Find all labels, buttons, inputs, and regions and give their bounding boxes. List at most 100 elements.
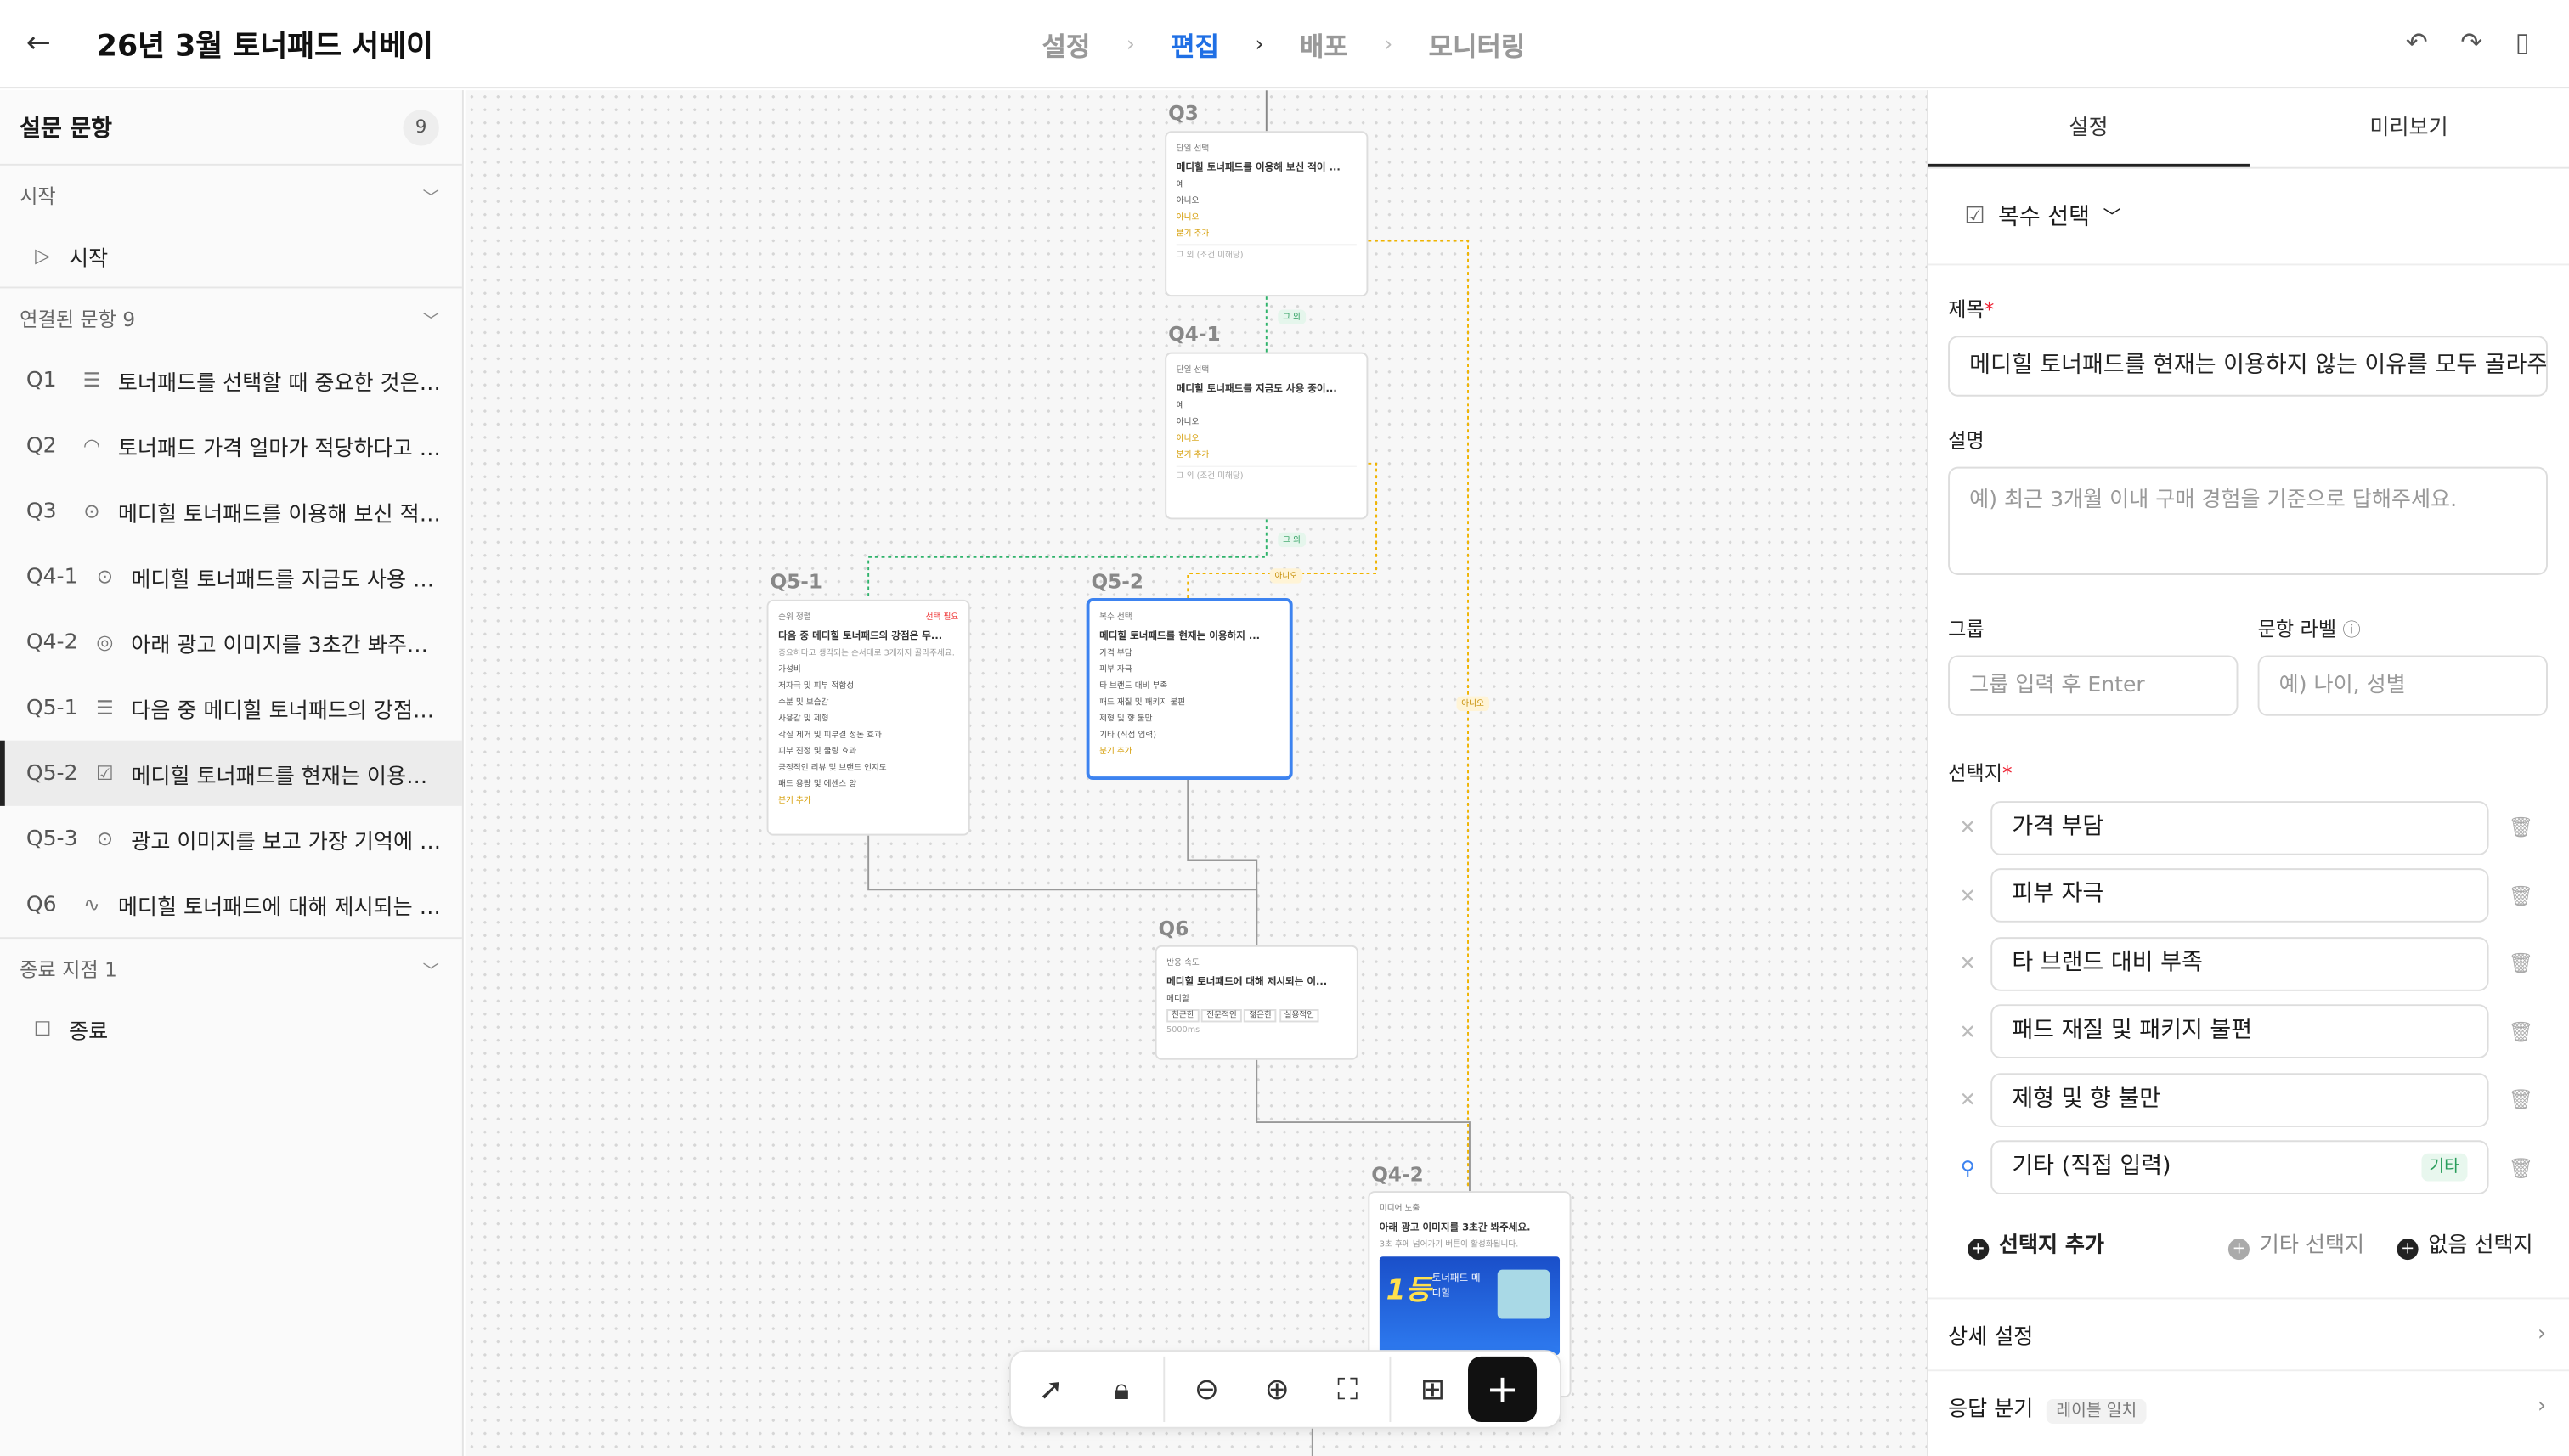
node-option: 각질 제거 및 피부결 정돈 효과 <box>778 731 882 741</box>
list-item-q3[interactable]: Q3 ⊙ 메디힐 토너패드를 이용해 보신 적이 ... <box>0 478 462 544</box>
description-textarea[interactable]: 예) 최근 3개월 이내 구매 경험을 기준으로 답해주세요. <box>1948 466 2548 575</box>
title-input[interactable]: 메디힐 토너패드를 현재는 이용하지 않는 이유를 모두 골라주 <box>1948 336 2548 397</box>
node-title: 다음 중 메디힐 토너패드의 강점은 무... <box>778 630 943 643</box>
pin-icon[interactable]: ✕ <box>1948 815 1987 838</box>
step-edit[interactable]: 편집 <box>1171 25 1219 64</box>
trash-icon[interactable]: 🗑︎ <box>2509 815 2533 838</box>
response-branch-row[interactable]: 응답 분기 레이블 일치 › <box>1928 1369 2569 1442</box>
item-label: 메디힐 토너패드를 이용해 보신 적이 ... <box>117 502 443 528</box>
start-section-header[interactable]: 시작 ﹀ <box>0 166 462 224</box>
grid-icon[interactable]: ⊞ <box>1397 1357 1468 1422</box>
flow-canvas[interactable]: 그 외 그 외 아니오 아니오 Q3 단일 선택 메디힐 토너패드를 이용해 보… <box>465 90 1928 1456</box>
node-option: 제형 및 향 불만 <box>1099 714 1153 725</box>
node-option: 가격 부담 <box>1099 648 1132 659</box>
question-type-label: 복수 선택 <box>1998 205 2091 231</box>
node-add-branch[interactable]: 분기 추가 <box>778 794 958 806</box>
section-label: 연결된 문항 9 <box>20 307 136 330</box>
step-deploy[interactable]: 배포 <box>1300 25 1348 64</box>
add-none-choice-button[interactable]: + 없음 선택지 <box>2397 1227 2533 1261</box>
node-label: Q5-2 <box>1091 570 1143 594</box>
chevron-right-icon: › <box>1255 31 1264 57</box>
node-q5-2[interactable]: 복수 선택 메디힐 토너패드를 현재는 이용하지 ... 가격 부담 피부 자극… <box>1086 597 1293 781</box>
end-item[interactable]: ☐ 종료 <box>0 998 462 1060</box>
pointer-icon[interactable]: ➚ <box>1016 1357 1087 1422</box>
node-add-branch[interactable]: 분기 추가 <box>1177 449 1357 460</box>
zoom-in-icon[interactable]: ⊕ <box>1242 1357 1313 1422</box>
lock-icon[interactable]: 🔒︎ <box>1087 1357 1157 1422</box>
node-label: Q6 <box>1158 917 1189 941</box>
chevron-right-icon: › <box>1126 31 1135 57</box>
pin-icon[interactable]: ⚲ <box>1948 1156 1987 1179</box>
choice-input[interactable]: 패드 재질 및 패키지 불편 <box>1990 1004 2489 1058</box>
step-monitoring[interactable]: 모니터링 <box>1429 25 1526 64</box>
node-add-branch[interactable]: 분기 추가 <box>1177 228 1357 240</box>
list-item-q4-2[interactable]: Q4-2 ◎ 아래 광고 이미지를 3초간 봐주세요. <box>0 609 462 674</box>
edge-tag: 그 외 <box>1278 532 1306 548</box>
section-label: 시작 <box>20 183 56 207</box>
detail-settings-row[interactable]: 상세 설정 › <box>1928 1297 2569 1369</box>
choice-input[interactable]: 피부 자극 <box>1990 868 2489 923</box>
node-label: Q3 <box>1168 101 1199 125</box>
list-item-q1[interactable]: Q1 ☰ 토너패드를 선택할 때 중요한 것은 무... <box>0 347 462 413</box>
play-icon: ▷ <box>35 244 51 268</box>
pin-icon[interactable]: ✕ <box>1948 952 1987 975</box>
node-chips: 친근한 전문적인 젊은한 실용적인 <box>1166 1009 1347 1023</box>
question-label-input[interactable]: 예) 나이, 성별 <box>2257 655 2548 716</box>
list-item-q4-1[interactable]: Q4-1 ⊙ 메디힐 토너패드를 지금도 사용 중... <box>0 544 462 609</box>
tab-preview[interactable]: 미리보기 <box>2249 90 2569 167</box>
node-option: 타 브랜드 대비 부족 <box>1099 681 1168 691</box>
trash-icon[interactable]: 🗑︎ <box>2509 1156 2533 1179</box>
node-q6[interactable]: 반응 속도 메디힐 토너패드에 대해 제시되는 이... 메디힐 친근한 전문적… <box>1155 945 1358 1060</box>
info-icon: ⓘ <box>2342 619 2361 641</box>
node-q3[interactable]: 단일 선택 메디힐 토너패드를 이용해 보신 적이 ... 예 아니오 아니오 … <box>1165 131 1369 297</box>
choice-input[interactable]: 기타 (직접 입력) 기타 <box>1990 1140 2489 1194</box>
question-number: Q3 <box>25 499 57 524</box>
add-node-button[interactable]: + <box>1468 1356 1538 1423</box>
zoom-out-icon[interactable]: ⊖ <box>1172 1357 1242 1422</box>
pin-icon[interactable]: ✕ <box>1948 1088 1987 1111</box>
list-item-q5-2[interactable]: Q5-2 ☑ 메디힐 토너패드를 현재는 이용하... <box>0 740 462 806</box>
add-choice-button[interactable]: + 선택지 추가 <box>1968 1227 2104 1261</box>
add-etc-choice-button[interactable]: + 기타 선택지 <box>2228 1227 2364 1261</box>
tab-settings[interactable]: 설정 <box>1928 90 2250 167</box>
media-play-icon: ◎ <box>96 630 114 654</box>
choice-input[interactable]: 제형 및 향 불만 <box>1990 1072 2489 1126</box>
node-option: 긍정적인 리뷰 및 브랜드 인지도 <box>778 763 887 774</box>
trash-icon[interactable]: 🗑︎ <box>2509 952 2533 975</box>
undo-icon[interactable]: ↶ <box>2406 26 2428 58</box>
question-type-select[interactable]: ☑ 복수 선택 ﹀ <box>1928 169 2569 266</box>
list-item-q6[interactable]: Q6 ∿ 메디힐 토너패드에 대해 제시되는 이... <box>0 872 462 937</box>
end-section-header[interactable]: 종료 지점 1 ﹀ <box>0 939 462 997</box>
chevron-down-icon: ﹀ <box>422 312 439 330</box>
item-label: 메디힐 토너패드에 대해 제시되는 이... <box>117 894 443 920</box>
node-q4-1[interactable]: 단일 선택 메디힐 토너패드를 지금도 사용 중이... 예 아니오 아니오 분… <box>1165 352 1369 520</box>
mobile-preview-icon[interactable]: ▯ <box>2515 26 2530 58</box>
trash-icon[interactable]: 🗑︎ <box>2509 1088 2533 1111</box>
step-settings[interactable]: 설정 <box>1042 25 1091 64</box>
list-item-q5-1[interactable]: Q5-1 ☰ 다음 중 메디힐 토너패드의 강점은 ... <box>0 675 462 741</box>
node-option: 기타 (직접 입력) <box>1099 731 1156 741</box>
node-option: 피부 진정 및 쿨링 효과 <box>778 747 857 758</box>
edge-tag: 그 외 <box>1278 309 1306 324</box>
choice-row: ✕ 제형 및 향 불만 🗑︎ <box>1948 1071 2549 1127</box>
linked-section-header[interactable]: 연결된 문항 9 ﹀ <box>0 288 462 347</box>
pin-icon[interactable]: ✕ <box>1948 883 1987 906</box>
choice-row: ✕ 가격 부담 🗑︎ <box>1948 799 2549 855</box>
pin-icon[interactable]: ✕ <box>1948 1020 1987 1043</box>
fit-view-icon[interactable]: ⛶ <box>1313 1357 1383 1422</box>
choice-input[interactable]: 가격 부담 <box>1990 800 2489 855</box>
node-q5-1[interactable]: 순위 정렬 선택 필요 다음 중 메디힐 토너패드의 강점은 무... 중요하다… <box>766 599 970 836</box>
back-arrow-icon[interactable]: ← <box>26 27 59 61</box>
section-label: 종료 지점 1 <box>20 957 117 981</box>
group-input[interactable]: 그룹 입력 후 Enter <box>1948 655 2239 716</box>
start-item[interactable]: ▷ 시작 <box>0 224 462 286</box>
redo-icon[interactable]: ↷ <box>2460 26 2482 58</box>
list-item-q2[interactable]: Q2 ◠ 토너패드 가격 얼마가 적당하다고 생... <box>0 413 462 478</box>
trash-icon[interactable]: 🗑︎ <box>2509 883 2533 906</box>
node-add-branch[interactable]: 분기 추가 <box>1099 746 1279 757</box>
node-type: 반응 속도 <box>1166 958 1200 968</box>
trash-icon[interactable]: 🗑︎ <box>2509 1020 2533 1043</box>
node-label: Q5-1 <box>770 570 822 594</box>
list-item-q5-3[interactable]: Q5-3 ⊙ 광고 이미지를 보고 가장 기억에 남... <box>0 806 462 872</box>
choice-input[interactable]: 타 브랜드 대비 부족 <box>1990 936 2489 990</box>
